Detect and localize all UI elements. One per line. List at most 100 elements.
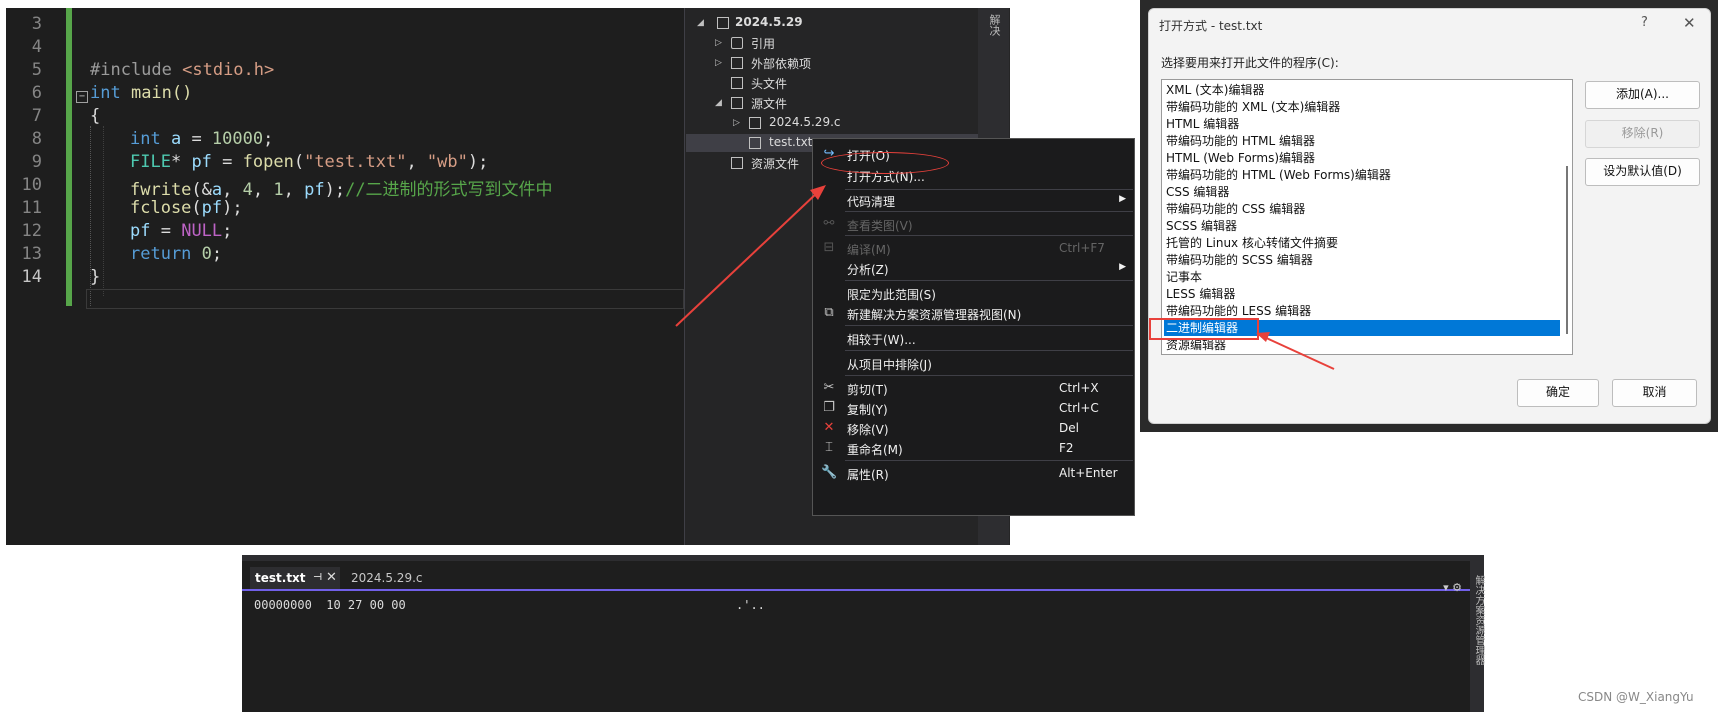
code-line-brace-close[interactable]: } bbox=[90, 267, 100, 287]
rename-icon: ⌶ bbox=[825, 440, 833, 455]
expanded-arrow-icon[interactable]: ◢ bbox=[715, 98, 722, 108]
tree-item-resources[interactable]: 资源文件 bbox=[751, 155, 799, 172]
list-item[interactable]: HTML 编辑器 bbox=[1164, 116, 1560, 132]
menu-item-new-explorer-view[interactable]: ⧉ 新建解决方案资源管理器视图(N) bbox=[813, 304, 1134, 324]
menu-label: 从项目中排除(J) bbox=[847, 358, 932, 372]
code-editor[interactable]: 3 4 5 6 7 8 9 10 11 12 13 14 − #include … bbox=[6, 8, 684, 545]
menu-item-analyze[interactable]: 分析(Z) ▶ bbox=[813, 259, 1134, 279]
list-item[interactable]: LESS 编辑器 bbox=[1164, 286, 1560, 302]
side-tab-strip[interactable]: 解决方案资源管理器 bbox=[1470, 555, 1484, 712]
menu-item-compare-with[interactable]: 相较于(W)... bbox=[813, 329, 1134, 349]
operator: = bbox=[211, 152, 243, 172]
menu-item-remove[interactable]: ✕ 移除(V) Del bbox=[813, 419, 1134, 439]
help-button[interactable]: ? bbox=[1641, 15, 1648, 30]
menu-item-cut[interactable]: ✂ 剪切(T) Ctrl+X bbox=[813, 379, 1134, 399]
program-list[interactable]: XML (文本)编辑器 带编码功能的 XML (文本)编辑器 HTML 编辑器 … bbox=[1161, 79, 1573, 355]
code-line-null[interactable]: pf = NULL; bbox=[130, 221, 232, 241]
tree-item-project[interactable]: 2024.5.29 bbox=[735, 15, 803, 29]
code-line-fwrite[interactable]: fwrite(&a, 4, 1, pf);//二进制的形式写到文件中 bbox=[130, 175, 553, 200]
tree-item-headers[interactable]: 头文件 bbox=[751, 75, 787, 92]
menu-label: 相较于(W)... bbox=[847, 333, 916, 347]
tree-item-test-txt[interactable]: test.txt bbox=[769, 135, 812, 149]
list-item[interactable]: 带编码功能的 SCSS 编辑器 bbox=[1164, 252, 1560, 268]
line-number: 8 bbox=[31, 129, 42, 149]
punct: ); bbox=[324, 180, 346, 200]
close-icon[interactable]: ✕ bbox=[1683, 14, 1696, 32]
side-tab-label[interactable]: 解决方案资源管理器 bbox=[1471, 575, 1486, 665]
menu-label: 重命名(M) bbox=[847, 443, 903, 457]
close-icon[interactable]: ✕ bbox=[326, 567, 337, 589]
tree-item-sources[interactable]: 源文件 bbox=[751, 95, 787, 112]
side-tab-label[interactable]: 解决 bbox=[986, 14, 1002, 36]
menu-item-code-cleanup[interactable]: 代码清理 ▶ bbox=[813, 191, 1134, 211]
list-item[interactable]: 带编码功能的 HTML (Web Forms)编辑器 bbox=[1164, 167, 1560, 183]
collapsed-arrow-icon[interactable]: ▷ bbox=[715, 38, 722, 48]
dialog-prompt: 选择要用来打开此文件的程序(C): bbox=[1161, 56, 1339, 70]
menu-item-rename[interactable]: ⌶ 重命名(M) F2 bbox=[813, 439, 1134, 459]
number-literal: 4 bbox=[242, 180, 253, 200]
open-with-dialog[interactable]: 打开方式 - test.txt ? ✕ 选择要用来打开此文件的程序(C): XM… bbox=[1148, 8, 1711, 424]
hex-row[interactable]: 00000000 10 27 00 00 bbox=[254, 598, 406, 612]
set-default-button[interactable]: 设为默认值(D) bbox=[1585, 158, 1700, 186]
indent-guide-line bbox=[103, 126, 105, 296]
code-line-brace-open[interactable]: { bbox=[90, 106, 100, 126]
list-item[interactable]: 带编码功能的 XML (文本)编辑器 bbox=[1164, 99, 1560, 115]
context-menu[interactable]: ↪ 打开(O) 打开方式(N)... 代码清理 ▶ ⚯ 查看类图(V) ⊟ 编译… bbox=[812, 138, 1135, 516]
list-item[interactable]: CSS 编辑器 bbox=[1164, 184, 1560, 200]
tab-c-file[interactable]: 2024.5.29.c bbox=[346, 567, 442, 589]
code-line-fclose[interactable]: fclose(pf); bbox=[130, 198, 243, 218]
code-line-include[interactable]: #include <stdio.h> bbox=[90, 60, 274, 80]
compile-icon: ⊟ bbox=[823, 240, 835, 255]
menu-separator bbox=[845, 375, 1133, 376]
menu-item-scope-to-this[interactable]: 限定为此范围(S) bbox=[813, 284, 1134, 304]
add-button[interactable]: 添加(A)... bbox=[1585, 81, 1700, 109]
list-item[interactable]: HTML (Web Forms)编辑器 bbox=[1164, 150, 1560, 166]
line-number-current: 14 bbox=[21, 267, 42, 287]
ok-button[interactable]: 确定 bbox=[1517, 379, 1599, 407]
line-number: 5 bbox=[31, 60, 42, 80]
menu-item-copy[interactable]: ❐ 复制(Y) Ctrl+C bbox=[813, 399, 1134, 419]
hex-ascii[interactable]: .'.. bbox=[736, 598, 765, 612]
tree-item-external-deps[interactable]: 外部依赖项 bbox=[751, 55, 811, 72]
punct: ; bbox=[263, 129, 274, 149]
operator: = bbox=[150, 221, 182, 241]
list-item[interactable]: XML (文本)编辑器 bbox=[1164, 82, 1560, 98]
tab-controls-icon[interactable]: ▾ ⚙ bbox=[1443, 581, 1462, 594]
pin-icon[interactable]: ⊣ bbox=[313, 567, 322, 589]
collapsed-arrow-icon[interactable]: ▷ bbox=[733, 118, 740, 128]
menu-item-compile[interactable]: ⊟ 编译(M) Ctrl+F7 bbox=[813, 239, 1134, 259]
tree-item-references[interactable]: 引用 bbox=[751, 35, 775, 52]
menu-separator bbox=[845, 460, 1133, 461]
list-item[interactable]: 托管的 Linux 核心转储文件摘要 bbox=[1164, 235, 1560, 251]
tree-item-c-file[interactable]: 2024.5.29.c bbox=[769, 115, 840, 129]
menu-shortcut: Del bbox=[1059, 421, 1079, 435]
punct: * bbox=[170, 152, 182, 172]
menu-label: 分析(Z) bbox=[847, 263, 889, 277]
menu-item-exclude-from-project[interactable]: 从项目中排除(J) bbox=[813, 354, 1134, 374]
code-line-fopen[interactable]: FILE* pf = fopen("test.txt", "wb"); bbox=[130, 152, 488, 172]
collapse-icon[interactable]: − bbox=[76, 91, 88, 103]
menu-label: 移除(V) bbox=[847, 423, 889, 437]
code-line-main[interactable]: int main() bbox=[90, 83, 192, 103]
cancel-button[interactable]: 取消 bbox=[1612, 379, 1697, 407]
menu-item-properties[interactable]: 🔧 属性(R) Alt+Enter bbox=[813, 464, 1134, 484]
list-item[interactable]: 带编码功能的 CSS 编辑器 bbox=[1164, 201, 1560, 217]
list-item[interactable]: 带编码功能的 HTML 编辑器 bbox=[1164, 133, 1560, 149]
binary-editor-panel[interactable]: test.txt ⊣ ✕ 2024.5.29.c ▾ ⚙ 00000000 10… bbox=[242, 555, 1484, 712]
list-item[interactable]: 记事本 bbox=[1164, 269, 1560, 285]
menu-item-view-class-diagram[interactable]: ⚯ 查看类图(V) bbox=[813, 215, 1134, 235]
line-number: 9 bbox=[31, 152, 42, 172]
identifier: pf bbox=[130, 221, 151, 241]
list-item[interactable]: SCSS 编辑器 bbox=[1164, 218, 1560, 234]
code-line-int-a[interactable]: int a = 10000; bbox=[130, 129, 273, 149]
list-item[interactable]: 带编码功能的 LESS 编辑器 bbox=[1164, 303, 1560, 319]
code-line-return[interactable]: return 0; bbox=[130, 244, 222, 264]
remove-button[interactable]: 移除(R) bbox=[1585, 120, 1700, 148]
document-tab-bar[interactable]: test.txt ⊣ ✕ 2024.5.29.c ▾ ⚙ bbox=[242, 567, 1470, 594]
collapsed-arrow-icon[interactable]: ▷ bbox=[715, 58, 722, 68]
list-scrollbar[interactable] bbox=[1566, 166, 1568, 334]
expanded-arrow-icon[interactable]: ◢ bbox=[697, 18, 704, 28]
menu-separator bbox=[845, 350, 1133, 351]
wrench-icon: 🔧 bbox=[821, 465, 838, 480]
tab-test-txt[interactable]: test.txt ⊣ ✕ bbox=[250, 567, 340, 589]
